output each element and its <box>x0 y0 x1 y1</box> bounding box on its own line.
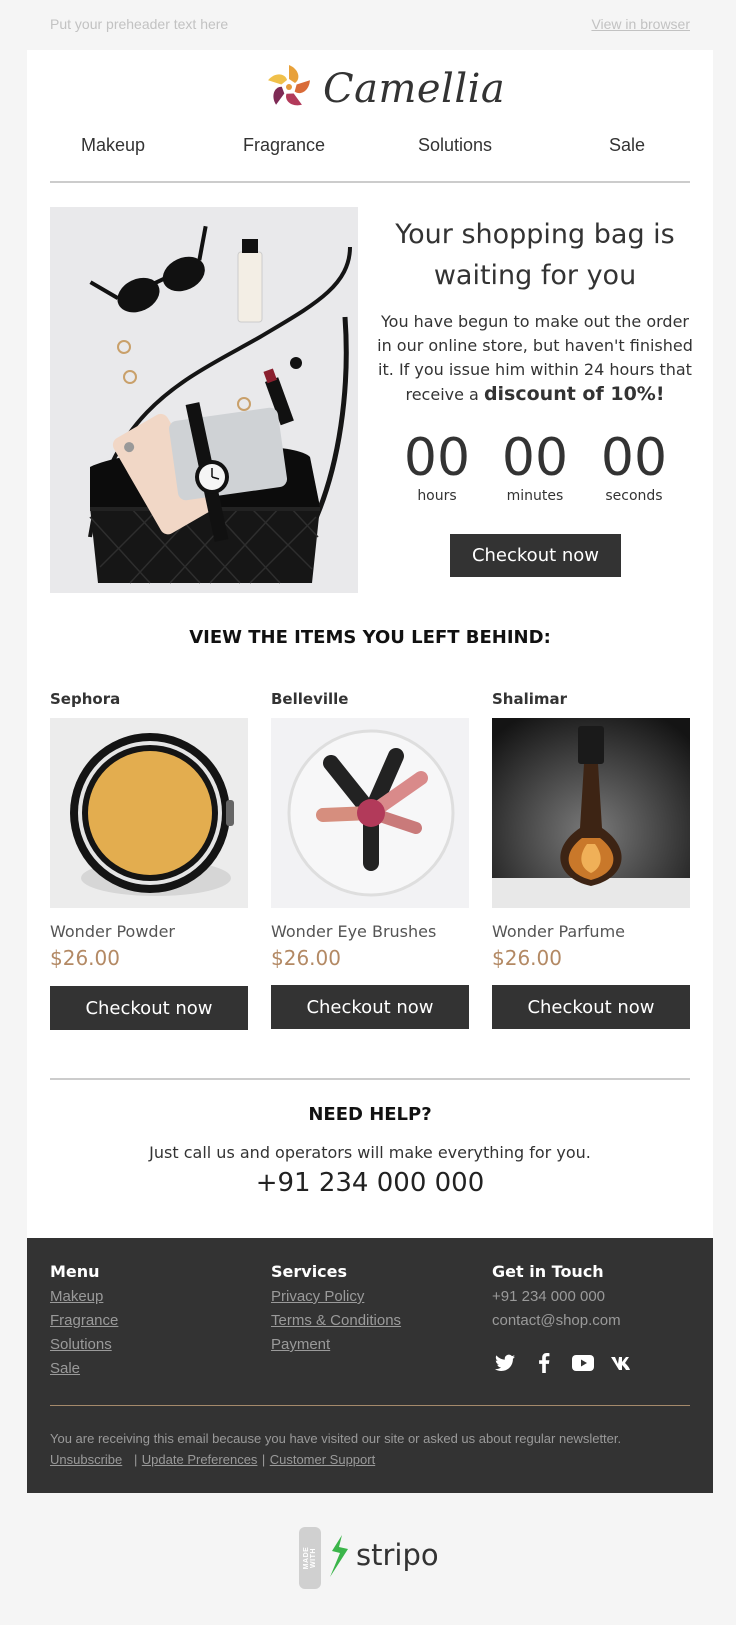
countdown-seconds-label: seconds <box>605 488 663 504</box>
product-image-parfume[interactable] <box>492 718 690 908</box>
facebook-icon[interactable] <box>533 1352 555 1374</box>
view-in-browser-link[interactable]: View in browser <box>591 16 690 32</box>
hero-body-line2: in our online store, but haven't finishe… <box>377 336 693 355</box>
hero-checkout-button[interactable]: Checkout now <box>450 534 621 577</box>
footer-link-solutions[interactable]: Solutions <box>50 1336 112 1353</box>
hero-image <box>50 207 358 593</box>
help-title: NEED HELP? <box>308 1104 432 1125</box>
nav-solutions[interactable]: Solutions <box>418 135 492 156</box>
product-price: $26.00 <box>271 946 341 970</box>
product-name: Wonder Powder <box>50 922 176 941</box>
stripo-logo-icon <box>330 1535 348 1577</box>
product-checkout-button[interactable]: Checkout now <box>271 985 469 1029</box>
product-checkout-button[interactable]: Checkout now <box>492 985 690 1029</box>
hero-description: You have begun to make out the order in … <box>374 310 696 407</box>
product-brand-shalimar: Shalimar <box>492 690 568 708</box>
preheader-text: Put your preheader text here <box>50 16 229 32</box>
customer-support-link[interactable]: Customer Support <box>270 1452 376 1467</box>
countdown-minutes-label: minutes <box>506 488 564 504</box>
unsubscribe-link[interactable]: Unsubscribe <box>50 1452 122 1467</box>
product-brand-belleville: Belleville <box>271 690 349 708</box>
stripo-wordmark[interactable]: stripo <box>356 1538 439 1572</box>
update-preferences-link[interactable]: Update Preferences <box>142 1452 258 1467</box>
hero-title-line1: Your shopping bag is <box>395 219 675 250</box>
product-name: Wonder Parfume <box>492 922 625 941</box>
discount-text: discount of 10%! <box>483 383 665 405</box>
countdown-seconds: 00 <box>600 428 668 488</box>
help-text: Just call us and operators will make eve… <box>149 1143 591 1162</box>
countdown-minutes: 00 <box>501 428 569 488</box>
made-with-label: MADE WITH <box>303 1546 317 1570</box>
nav-fragrance[interactable]: Fragrance <box>243 135 325 156</box>
hero-body-prefix: receive a <box>405 385 484 404</box>
footer-separator <box>127 1452 134 1467</box>
footer-link-terms[interactable]: Terms & Conditions <box>271 1312 401 1329</box>
footer-link-payment[interactable]: Payment <box>271 1336 330 1353</box>
product-image-powder[interactable] <box>50 718 248 908</box>
footer-divider <box>50 1405 690 1406</box>
twitter-icon[interactable] <box>494 1352 516 1374</box>
product-image-brushes[interactable] <box>271 718 469 908</box>
header-divider <box>50 181 690 183</box>
products-section-title: VIEW THE ITEMS YOU LEFT BEHIND: <box>189 627 551 648</box>
brand-name: Camellia <box>323 66 506 112</box>
hero-title: Your shopping bag is waiting for you <box>380 214 690 296</box>
hero-body-line3: it. If you issue him within 24 hours tha… <box>378 360 692 379</box>
footer-separator: | <box>133 1452 138 1467</box>
countdown-hours: 00 <box>403 428 471 488</box>
footer-menu-title: Menu <box>50 1262 100 1281</box>
product-price: $26.00 <box>492 946 562 970</box>
camellia-logo-icon <box>268 65 310 106</box>
product-checkout-button[interactable]: Checkout now <box>50 986 248 1030</box>
countdown-hours-label: hours <box>417 488 457 504</box>
footer-email[interactable]: contact@shop.com <box>492 1312 621 1329</box>
help-divider <box>50 1078 690 1080</box>
product-name: Wonder Eye Brushes <box>271 922 437 941</box>
footer-phone: +91 234 000 000 <box>492 1288 606 1305</box>
youtube-icon[interactable] <box>572 1352 594 1374</box>
hero-body-line1: You have begun to make out the order <box>381 312 689 331</box>
footer-links-row: Unsubscribe | Update Preferences | Custo… <box>50 1451 375 1469</box>
footer-contact-title: Get in Touch <box>492 1262 604 1281</box>
footer-link-privacy[interactable]: Privacy Policy <box>271 1288 364 1305</box>
nav-makeup[interactable]: Makeup <box>81 135 145 156</box>
product-brand-sephora: Sephora <box>50 690 121 708</box>
hero-title-line2: waiting for you <box>433 260 637 291</box>
hero-body-line4: receive a discount of 10%! <box>374 382 696 407</box>
footer-services-title: Services <box>271 1262 348 1281</box>
nav-sale[interactable]: Sale <box>609 135 645 156</box>
footer-link-fragrance[interactable]: Fragrance <box>50 1312 118 1329</box>
footer-note: You are receiving this email because you… <box>50 1431 622 1446</box>
help-phone[interactable]: +91 234 000 000 <box>50 1168 690 1198</box>
footer-link-sale[interactable]: Sale <box>50 1360 80 1377</box>
product-price: $26.00 <box>50 946 120 970</box>
footer-separator: | <box>261 1452 266 1467</box>
footer-link-makeup[interactable]: Makeup <box>50 1288 103 1305</box>
vk-icon[interactable] <box>611 1352 633 1374</box>
